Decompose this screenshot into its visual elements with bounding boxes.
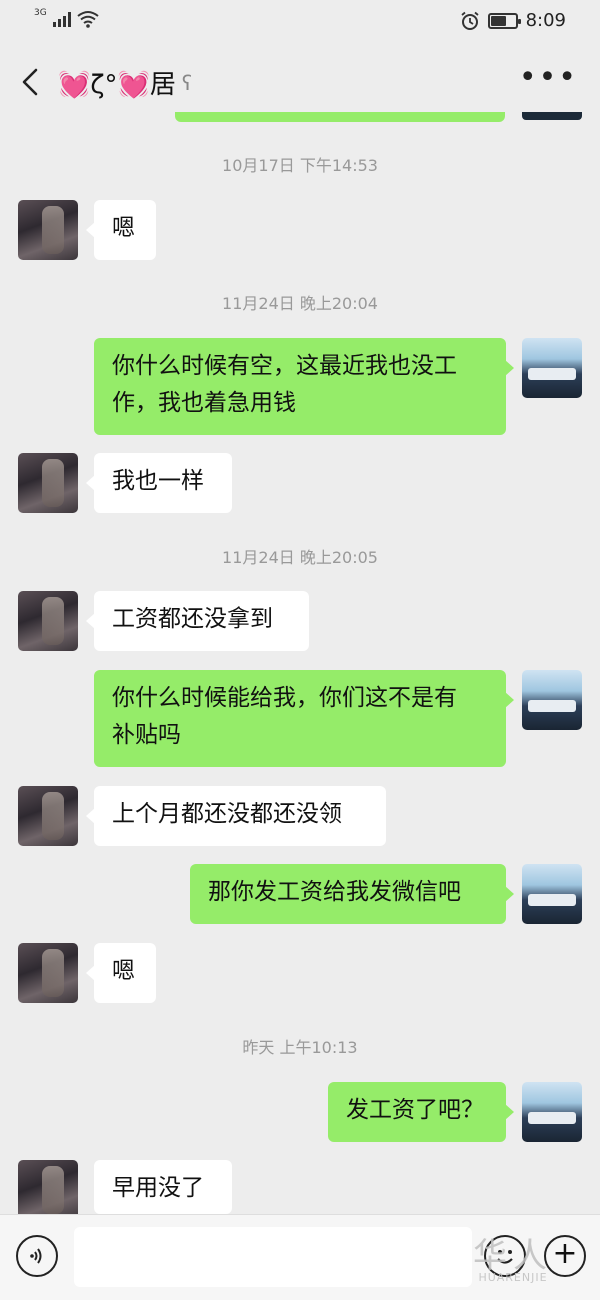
message-text: 早用没了 — [112, 1175, 204, 1201]
sent-message[interactable]: 那你发工资给我发微信吧 — [190, 864, 514, 924]
back-icon[interactable] — [14, 62, 48, 102]
message-text: 嗯 — [112, 215, 135, 241]
message-line: 你什么时候能给我，你们这不是有 — [112, 685, 457, 711]
watermark-sub: HUARENJIE — [478, 1271, 548, 1284]
message-text: 发工资了吧？ — [346, 1097, 484, 1123]
received-message[interactable]: 嗯 — [86, 200, 156, 260]
my-avatar[interactable] — [522, 338, 582, 398]
status-left: 3G — [34, 8, 99, 28]
my-avatar[interactable] — [522, 864, 582, 924]
my-avatar[interactable] — [522, 1082, 582, 1142]
contact-name: 💓ζ°💓居 — [58, 70, 176, 100]
previous-avatar-fragment — [522, 112, 582, 120]
watermark: 华人 HUARENJIE — [448, 1228, 578, 1284]
ear-icon: ʕ — [181, 70, 193, 95]
message-line: 你什么时候有空，这最近我也没工 — [112, 353, 457, 379]
received-message[interactable]: 上个月都还没都还没领 — [86, 786, 386, 846]
status-time: 8:09 — [525, 10, 566, 31]
message-line: 补贴吗 — [112, 722, 181, 748]
contact-avatar[interactable] — [18, 591, 78, 651]
network-type: 3G — [34, 8, 47, 18]
sent-message[interactable]: 发工资了吧？ — [328, 1082, 514, 1142]
chat-title: 💓ζ°💓居 ʕ — [58, 64, 192, 101]
sent-message[interactable]: 你什么时候有空，这最近我也没工 作，我也着急用钱 — [94, 338, 514, 435]
battery-icon — [487, 12, 521, 29]
contact-avatar[interactable] — [18, 453, 78, 513]
received-message[interactable]: 嗯 — [86, 943, 156, 1003]
message-text: 我也一样 — [112, 468, 204, 494]
chat-header: 💓ζ°💓居 ʕ ••• — [0, 44, 600, 120]
alarm-icon — [461, 11, 479, 30]
my-avatar[interactable] — [522, 670, 582, 730]
contact-avatar[interactable] — [18, 786, 78, 846]
more-icon[interactable]: ••• — [519, 63, 578, 93]
received-message[interactable]: 早用没了 — [94, 1160, 232, 1214]
watermark-main: 华人 — [473, 1236, 553, 1276]
previous-message-fragment — [175, 112, 505, 122]
received-message[interactable]: 我也一样 — [86, 453, 232, 513]
timestamp: 昨天 上午10:13 — [242, 1038, 358, 1057]
message-text: 工资都还没拿到 — [112, 606, 273, 632]
message-input[interactable] — [74, 1227, 472, 1287]
battery-fill — [490, 15, 507, 26]
message-line: 作，我也着急用钱 — [112, 390, 296, 416]
signal-icon — [52, 11, 71, 27]
wifi-icon — [77, 11, 99, 28]
message-text: 上个月都还没都还没领 — [112, 801, 342, 827]
timestamp: 11月24日 晚上20:05 — [222, 548, 378, 567]
received-message[interactable]: 工资都还没拿到 — [86, 591, 309, 651]
timestamp: 10月17日 下午14:53 — [222, 156, 378, 175]
contact-avatar[interactable] — [18, 200, 78, 260]
contact-avatar[interactable] — [18, 1160, 78, 1220]
voice-icon[interactable] — [16, 1235, 58, 1277]
message-text: 那你发工资给我发微信吧 — [208, 879, 461, 905]
timestamp: 11月24日 晚上20:04 — [222, 294, 378, 313]
message-text: 嗯 — [112, 958, 135, 984]
contact-avatar[interactable] — [18, 943, 78, 1003]
status-right: 8:09 — [460, 10, 566, 31]
sent-message[interactable]: 你什么时候能给我，你们这不是有 补贴吗 — [94, 670, 514, 767]
status-bar: 3G 8:09 — [0, 0, 600, 44]
